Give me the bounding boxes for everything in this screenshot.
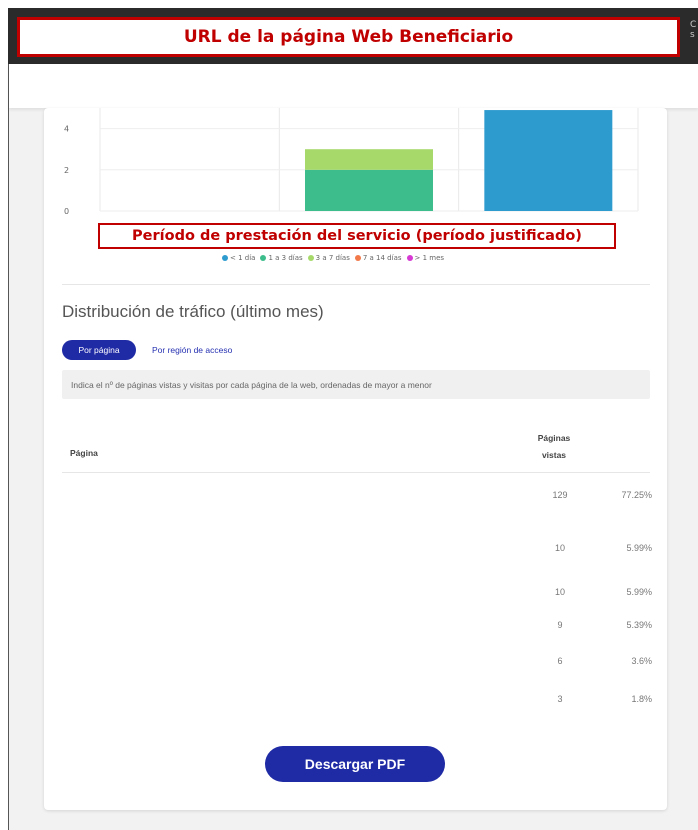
page-header-strip [9,64,698,108]
chart-bar-segment [305,169,433,211]
legend-dot-icon [406,255,413,261]
row-percentage: 5.39% [626,620,652,630]
chart-legend: < 1 día 1 a 3 días 3 a 7 días 7 a 14 días > … [222,252,444,264]
legend-dot-icon [307,255,314,261]
row-views: 6 [557,656,563,666]
y-tick-label: 4 [64,125,69,134]
table-row: 10 5.99% [62,543,652,559]
row-views: 3 [557,694,563,704]
table-header-divider [62,472,650,473]
legend-label: > 1 mes [414,254,445,262]
period-annotation-banner: Período de prestación del servicio (perí… [98,223,616,249]
legend-item[interactable]: < 1 día [222,254,255,262]
legend-item[interactable]: 3 a 7 días [307,254,350,262]
stacked-bar-chart: 0 2 4 [58,108,658,228]
table-row: 6 3.6% [62,656,652,672]
legend-dot-icon [354,255,361,261]
column-header-views-line1: Páginas [537,433,571,443]
table-row: 129 77.25% [62,490,652,506]
table-row: 10 5.99% [62,587,652,603]
row-percentage: 5.99% [626,587,652,597]
y-tick-label: 2 [64,166,69,175]
section-divider [62,284,650,285]
column-header-views-line2: vistas [541,450,567,460]
column-header-page: Página [70,448,98,458]
column-header-page-views: Páginas vistas [530,430,578,464]
row-views: 9 [557,620,563,630]
table-row: 3 1.8% [62,694,652,710]
period-annotation-text: Período de prestación del servicio (perí… [132,228,582,244]
chart-svg: 0 2 4 [64,108,639,216]
row-percentage: 3.6% [631,656,652,666]
legend-label: 1 a 3 días [268,254,303,262]
chart-bar-segment [484,110,613,211]
legend-item[interactable]: 7 a 14 días [354,254,402,262]
row-views: 10 [554,587,565,597]
legend-dot-icon [260,255,267,261]
legend-item[interactable]: > 1 mes [406,254,445,262]
row-views: 10 [554,543,565,553]
legend-dot-icon [222,255,228,261]
row-percentage: 5.99% [626,543,652,553]
legend-label: 7 a 14 días [362,254,402,262]
row-percentage: 1.8% [631,694,652,704]
table-row: 9 5.39% [62,620,652,636]
legend-label: < 1 día [230,254,256,262]
traffic-section-title: Distribución de tráfico (último mes) [62,302,324,321]
url-annotation-banner: URL de la página Web Beneficiario [17,17,680,57]
y-tick-label: 0 [64,207,69,216]
legend-item[interactable]: 1 a 3 días [260,254,303,262]
topbar-edge-mark: Cs [690,20,697,40]
legend-label: 3 a 7 días [315,254,350,262]
tab-by-page[interactable]: Por página [62,340,136,360]
info-description: Indica el nº de páginas vistas y visitas… [62,370,650,399]
row-percentage: 77.25% [621,490,652,500]
download-pdf-button[interactable]: Descargar PDF [265,746,445,782]
tab-by-region[interactable]: Por región de acceso [152,340,232,360]
row-views: 129 [552,490,568,500]
url-annotation-text: URL de la página Web Beneficiario [183,27,514,47]
chart-bar-segment [305,149,433,170]
